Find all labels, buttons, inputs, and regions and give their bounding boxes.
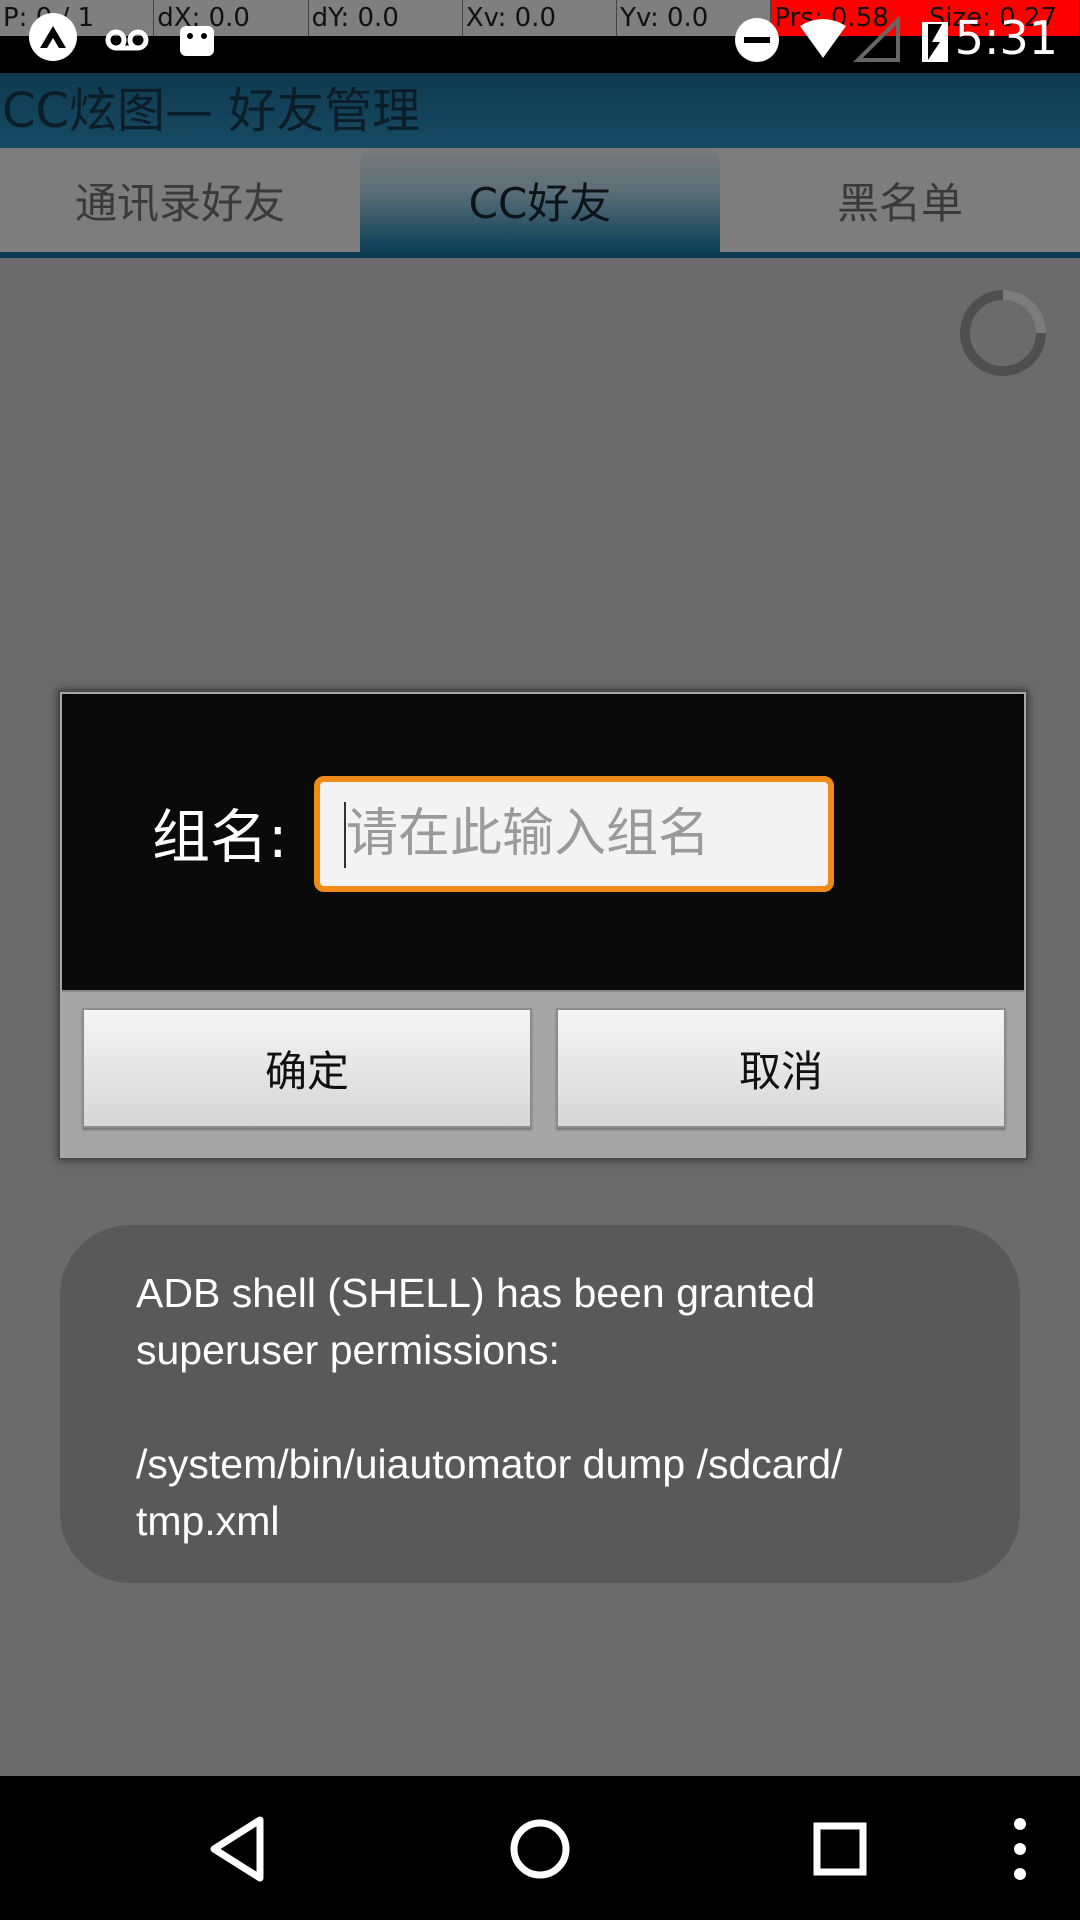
app-icon [29,13,77,61]
status-bar: P: 0 / 1 dX: 0.0 dY: 0.0 Xv: 0.0 Yv: 0.0… [0,0,1080,73]
android-icon [180,26,214,56]
back-icon[interactable] [196,1804,286,1894]
signal-icon [853,15,900,62]
dialog-button-bar: 确定 取消 [62,990,1024,1156]
tab-bar: 通讯录好友 CC好友 黑名单 [0,148,1080,258]
voicemail-icon [105,29,149,51]
group-name-input[interactable]: 请在此输入组名 [314,776,834,892]
superuser-toast: ADB shell (SHELL) has been granted super… [60,1225,1020,1583]
action-bar: CC炫图— 好友管理 [0,73,1080,148]
tab-indicator-line [0,252,1080,258]
add-group-dialog: 组名: 请在此输入组名 确定 取消 [58,690,1028,1160]
navigation-bar [0,1776,1080,1920]
tab-cc-friends[interactable]: CC好友 [360,148,720,252]
tab-contacts-friends[interactable]: 通讯录好友 [0,148,360,252]
toast-message: ADB shell (SHELL) has been granted super… [136,1270,843,1544]
pointer-dy: dY: 0.0 [309,0,463,36]
confirm-button[interactable]: 确定 [82,1008,532,1128]
dialog-body: 组名: 请在此输入组名 [62,694,1024,990]
menu-icon[interactable] [975,1804,1065,1894]
cancel-button[interactable]: 取消 [556,1008,1006,1128]
recents-icon[interactable] [795,1804,885,1894]
do-not-disturb-icon [735,18,779,62]
page-title: CC炫图— 好友管理 [2,83,421,139]
home-icon[interactable] [495,1804,585,1894]
loading-spinner-icon [960,290,1046,376]
app-screen: P: 0 / 1 dX: 0.0 dY: 0.0 Xv: 0.0 Yv: 0.0… [0,0,1080,1920]
text-cursor [344,802,346,868]
status-time: 5:31 [954,11,1058,65]
group-name-placeholder: 请在此输入组名 [346,804,711,864]
tab-blacklist[interactable]: 黑名单 [720,148,1080,252]
wifi-icon [800,19,846,58]
pointer-xv: Xv: 0.0 [463,0,618,36]
group-name-label: 组名: [152,803,288,871]
